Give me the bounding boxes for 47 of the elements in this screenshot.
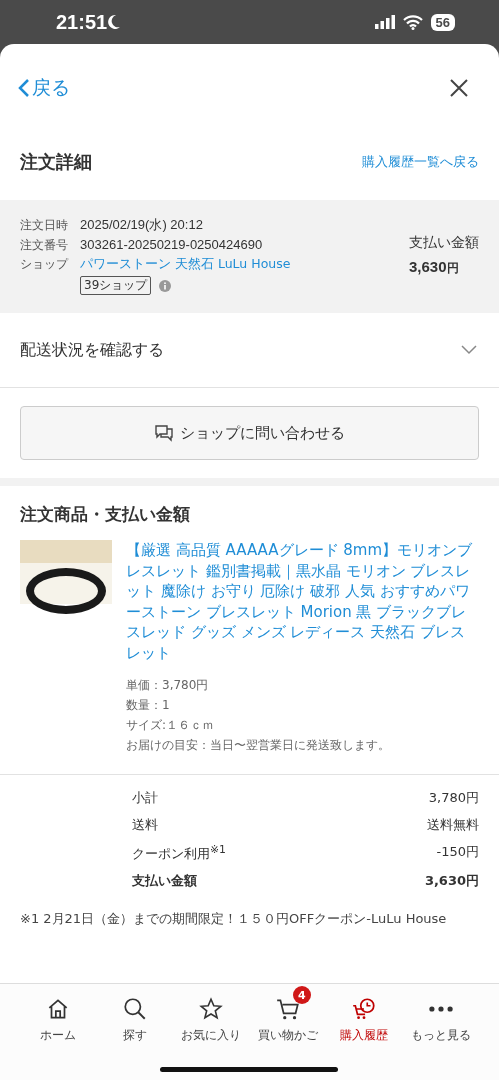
order-value: 303261-20250219-0250424690 xyxy=(80,237,263,252)
tab-bar-item[interactable]: 購入履歴 xyxy=(326,984,403,1080)
product-detail: 数量：1 xyxy=(126,697,171,714)
total-value: 送料無料 xyxy=(427,816,479,834)
payment-label: 支払い金額 xyxy=(409,234,479,252)
order-label: ショップ xyxy=(20,257,70,272)
order-label: 注文日時 xyxy=(20,218,69,233)
total-label: クーポン利用$^{※1}$ xyxy=(132,843,226,864)
history-icon xyxy=(351,996,378,1022)
total-value: 3,780円 xyxy=(428,789,479,807)
chat-bubbles-icon xyxy=(154,424,174,442)
total-label: 支払い金額 xyxy=(132,872,197,891)
moon-icon xyxy=(107,14,122,30)
battery-level: 56 xyxy=(430,13,455,31)
page-title: 注文詳細 xyxy=(20,150,92,174)
payment-amount: 3,630円 xyxy=(409,258,459,277)
product-detail: サイズ:１６ｃｍ xyxy=(126,717,216,734)
total-label: 送料 xyxy=(132,816,158,834)
contact-shop-button[interactable]: ショップに問い合わせる xyxy=(20,406,479,460)
tab-bar-item[interactable]: 探す xyxy=(96,984,173,1080)
star-icon xyxy=(198,996,225,1022)
tab-bar-item[interactable]: ホーム xyxy=(20,984,97,1080)
product-detail: お届けの目安：当日〜翌営業日に発送致します。 xyxy=(126,737,391,754)
wifi-icon xyxy=(402,14,423,30)
cart-count: 4 xyxy=(292,986,311,1004)
history-link[interactable]: 購入履歴一覧へ戻る xyxy=(362,153,479,171)
tab-bar-item[interactable]: お気に入り xyxy=(173,984,250,1080)
search-icon xyxy=(121,996,148,1022)
more-icon xyxy=(427,1005,454,1013)
delivery-status-row[interactable]: 配送状況を確認する xyxy=(0,313,499,388)
total-label: 小計 xyxy=(132,789,158,807)
order-value: 2025/02/19(水) 20:12 xyxy=(80,216,203,234)
product-detail: 単価：3,780円 xyxy=(126,677,210,694)
back-link[interactable]: 戻る xyxy=(18,75,70,101)
total-value: -150円 xyxy=(436,843,479,861)
coupon-note: ※1 2月21日（金）までの期間限定！１５０円OFFクーポン-LuLu House xyxy=(20,910,448,929)
product-link[interactable]: 【厳選 高品質 AAAAAグレード 8mm】モリオンブレスレット 鑑別書掲載｜黒水晶 モリオン ブレスレット 魔除け お守り 厄除け 破邪 人気 おすすめパワーストーン ブレスレット Morion 黒 ブラックブレスレッド グッズ メンズ レディース 天然石 ブレスレット xyxy=(126,540,479,663)
section-title: 注文商品・支払い金額 xyxy=(20,504,191,526)
info-icon[interactable] xyxy=(159,279,172,292)
tab-bar-item[interactable]: もっと見る xyxy=(402,984,479,1080)
signal-icon xyxy=(374,15,395,29)
chevron-left-icon xyxy=(18,78,30,98)
close-icon[interactable] xyxy=(449,78,469,98)
shop-tag: 39ショップ xyxy=(80,276,152,295)
order-label: 注文番号 xyxy=(20,238,69,253)
status-time: 21:51 xyxy=(56,10,108,34)
total-value: 3,630円 xyxy=(424,872,479,891)
